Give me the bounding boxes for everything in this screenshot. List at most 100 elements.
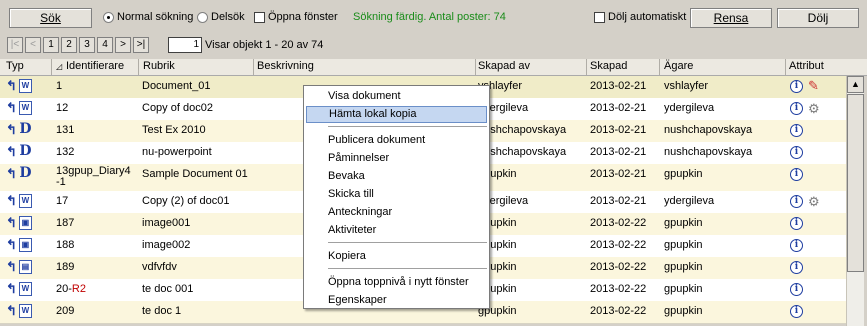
parent-arrow-icon[interactable]: ↰ bbox=[6, 101, 17, 115]
cell-skapad: 2013-02-22 bbox=[590, 239, 647, 251]
page-number-input[interactable]: 1 bbox=[168, 37, 202, 53]
open-window-label: Öppna fönster bbox=[268, 11, 338, 23]
vertical-scrollbar[interactable]: ▲ bbox=[846, 76, 864, 326]
menu-item[interactable]: Kopiera bbox=[306, 248, 487, 265]
type-cell: ↰ ▣ bbox=[6, 216, 32, 230]
scroll-thumb[interactable] bbox=[847, 94, 864, 272]
cell-identifierare: 12 bbox=[56, 102, 68, 114]
gear-icon[interactable]: ⚙ bbox=[808, 194, 820, 210]
parent-arrow-icon[interactable]: ↰ bbox=[6, 123, 17, 137]
next-page-button[interactable]: > bbox=[115, 37, 131, 53]
auto-hide-label: Dölj automatiskt bbox=[608, 11, 687, 23]
page-2-button[interactable]: 2 bbox=[61, 37, 77, 53]
info-icon[interactable]: i bbox=[790, 168, 803, 181]
col-skapad-av[interactable]: Skapad av bbox=[478, 60, 530, 72]
cell-rubrik: Copy of doc02 bbox=[142, 102, 213, 114]
cell-identifierare: 20-R2 bbox=[56, 283, 86, 295]
type-cell: ↰ D bbox=[6, 122, 32, 137]
menu-separator bbox=[328, 126, 487, 127]
gear-icon[interactable]: ⚙ bbox=[808, 101, 820, 117]
type-cell: ↰ W bbox=[6, 304, 32, 318]
info-icon[interactable]: i bbox=[790, 239, 803, 252]
cell-rubrik: te doc 001 bbox=[142, 283, 194, 295]
type-cell: ↰ W bbox=[6, 101, 32, 115]
info-icon[interactable]: i bbox=[790, 146, 803, 159]
partial-search-radio[interactable]: Delsök bbox=[197, 11, 245, 23]
parent-arrow-icon[interactable]: ↰ bbox=[6, 238, 17, 252]
menu-item[interactable]: Skicka till bbox=[306, 186, 487, 203]
menu-item[interactable]: Anteckningar bbox=[306, 204, 487, 221]
cell-skapad: 2013-02-21 bbox=[590, 168, 647, 180]
info-icon[interactable]: i bbox=[790, 102, 803, 115]
word-doc-icon: W bbox=[18, 79, 32, 93]
info-icon[interactable]: i bbox=[790, 261, 803, 274]
col-skapad[interactable]: Skapad bbox=[590, 60, 627, 72]
menu-item[interactable]: Aktiviteter bbox=[306, 222, 487, 239]
menu-item[interactable]: Påminnelser bbox=[306, 150, 487, 167]
prev-page-button[interactable]: < bbox=[25, 37, 41, 53]
auto-hide-checkbox[interactable]: Dölj automatiskt bbox=[594, 11, 686, 23]
page-4-button[interactable]: 4 bbox=[97, 37, 113, 53]
cell-identifierare: 209 bbox=[56, 305, 74, 317]
pager: |< < 1 2 3 4 > >| bbox=[7, 37, 149, 53]
id-text: 12 bbox=[56, 102, 69, 114]
cell-agare: gpupkin bbox=[664, 168, 703, 180]
pen-icon[interactable]: ✎ bbox=[808, 78, 819, 94]
search-button[interactable]: Sök bbox=[9, 8, 92, 28]
cell-agare: vshlayfer bbox=[664, 80, 709, 92]
col-identifierare[interactable]: Identifierare bbox=[66, 60, 124, 72]
menu-item[interactable]: Öppna toppnivå i nytt fönster bbox=[306, 274, 487, 291]
menu-item[interactable]: Bevaka bbox=[306, 168, 487, 185]
cell-identifierare: 189 bbox=[56, 261, 74, 273]
col-rubrik[interactable]: Rubrik bbox=[143, 60, 175, 72]
info-icon[interactable]: i bbox=[790, 80, 803, 93]
hide-button-label: Dölj bbox=[807, 11, 829, 25]
parent-arrow-icon[interactable]: ↰ bbox=[6, 260, 17, 274]
parent-arrow-icon[interactable]: ↰ bbox=[6, 216, 17, 230]
col-attribut[interactable]: Attribut bbox=[789, 60, 824, 72]
parent-arrow-icon[interactable]: ↰ bbox=[6, 194, 17, 208]
open-window-checkbox[interactable]: Öppna fönster bbox=[254, 11, 338, 23]
parent-arrow-icon[interactable]: ↰ bbox=[6, 145, 17, 159]
parent-arrow-icon[interactable]: ↰ bbox=[6, 167, 17, 181]
menu-item[interactable]: Visa dokument bbox=[306, 88, 487, 105]
clear-button[interactable]: Rensa bbox=[690, 8, 772, 28]
menu-item[interactable]: Hämta lokal kopia bbox=[306, 106, 487, 123]
menu-item[interactable]: Egenskaper bbox=[306, 292, 487, 309]
info-icon[interactable]: i bbox=[790, 124, 803, 137]
page-1-button[interactable]: 1 bbox=[43, 37, 59, 53]
cell-agare: gpupkin bbox=[664, 239, 703, 251]
word-doc-icon: W bbox=[18, 101, 32, 115]
id-revision-suffix: R2 bbox=[71, 283, 86, 295]
id-text: 131 bbox=[56, 124, 75, 136]
info-icon[interactable]: i bbox=[790, 217, 803, 230]
info-icon[interactable]: i bbox=[790, 305, 803, 318]
d-doc-icon: D bbox=[19, 143, 32, 159]
page-3-button[interactable]: 3 bbox=[79, 37, 95, 53]
cell-rubrik: vdfvfdv bbox=[142, 261, 177, 273]
cell-skapad: 2013-02-21 bbox=[590, 146, 647, 158]
cell-agare: nushchapovskaya bbox=[664, 146, 753, 158]
word-doc-icon: W bbox=[18, 304, 32, 318]
col-beskrivning[interactable]: Beskrivning bbox=[257, 60, 314, 72]
menu-item[interactable]: Publicera dokument bbox=[306, 132, 487, 149]
radio-unselected-icon bbox=[197, 11, 208, 23]
cell-identifierare: 188 bbox=[56, 239, 74, 251]
first-page-button[interactable]: |< bbox=[7, 37, 23, 53]
context-menu: Visa dokument Hämta lokal kopia Publicera … bbox=[303, 85, 490, 309]
scroll-up-icon[interactable]: ▲ bbox=[847, 76, 864, 93]
last-page-button[interactable]: >| bbox=[133, 37, 149, 53]
col-agare[interactable]: Ägare bbox=[664, 60, 693, 72]
pager-info: Visar objekt 1 - 20 av 74 bbox=[205, 39, 324, 51]
info-icon[interactable]: i bbox=[790, 283, 803, 296]
hide-button[interactable]: Dölj bbox=[777, 8, 859, 28]
word-doc-icon: W bbox=[18, 194, 32, 208]
info-icon[interactable]: i bbox=[790, 195, 803, 208]
image-doc-icon: ▣ bbox=[18, 238, 32, 252]
normal-search-radio[interactable]: Normal sökning bbox=[103, 11, 193, 23]
parent-arrow-icon[interactable]: ↰ bbox=[6, 282, 17, 296]
col-typ[interactable]: Typ bbox=[6, 60, 24, 72]
cell-identifierare: 17 bbox=[56, 195, 68, 207]
parent-arrow-icon[interactable]: ↰ bbox=[6, 79, 17, 93]
parent-arrow-icon[interactable]: ↰ bbox=[6, 304, 17, 318]
